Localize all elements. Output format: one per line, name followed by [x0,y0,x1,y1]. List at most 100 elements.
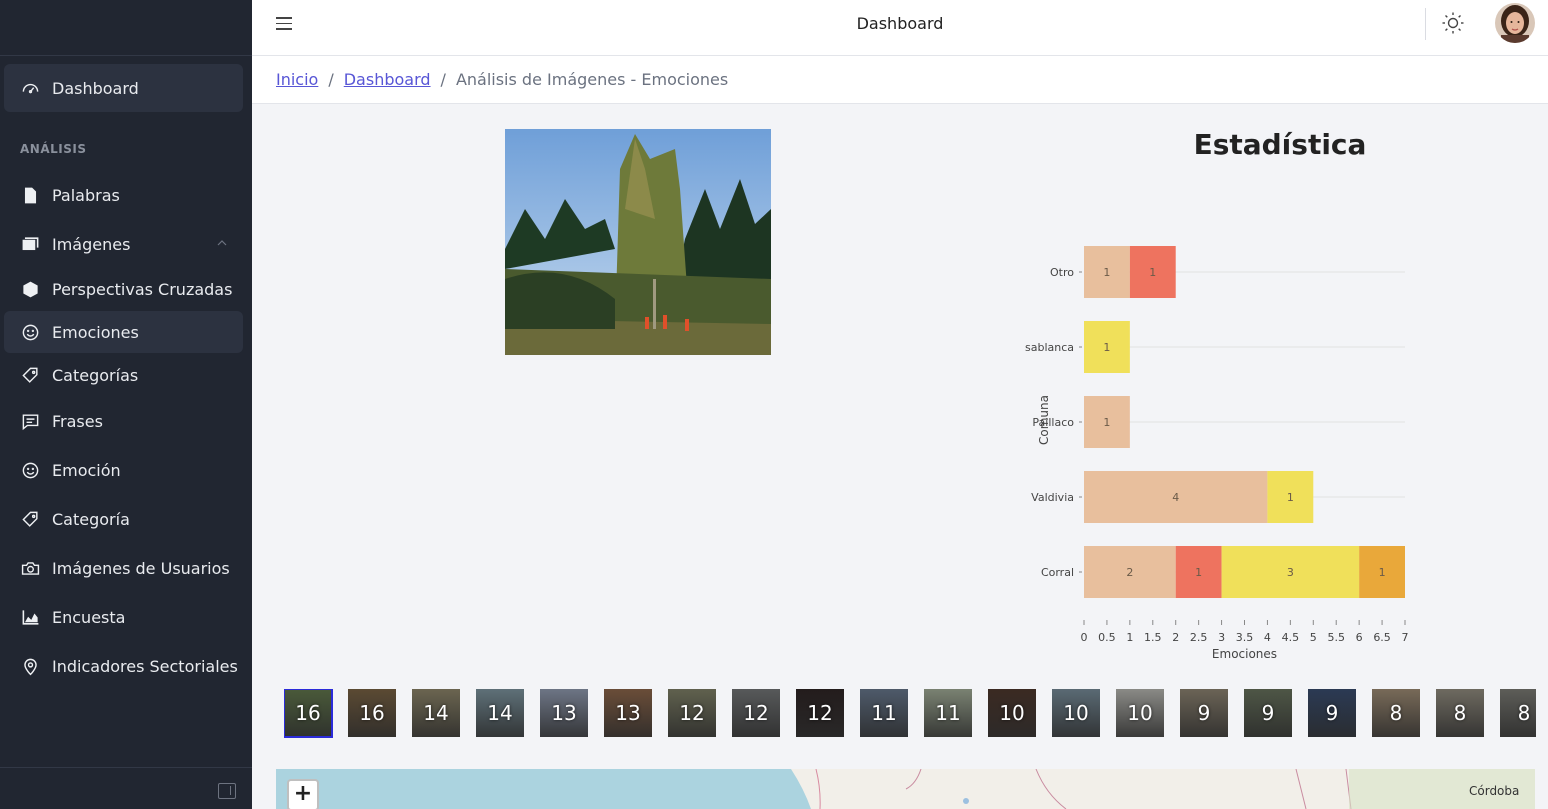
x-tick-label: 1 [1126,631,1133,644]
sidebar-item-label: Imágenes de Usuarios [52,558,230,578]
map[interactable]: + Córdoba [276,769,1535,809]
breadcrumb-bar: Inicio / Dashboard / Análisis de Imágene… [252,56,1548,104]
thumbnail-count: 12 [743,701,769,725]
thumbnail-image[interactable]: 14 [476,689,524,737]
thumbnail-image[interactable]: 9 [1308,689,1356,737]
thumbnail-image[interactable]: 11 [860,689,908,737]
sidebar-item-perspectivas-cruzadas[interactable]: Perspectivas Cruzadas [4,265,243,313]
thumbnail-count: 8 [1389,701,1403,725]
thumbnail-count: 12 [679,701,705,725]
sidebar-item-emocion[interactable]: Emoción [4,446,243,494]
thumbnail-count: 16 [359,701,385,725]
x-tick-label: 5 [1310,631,1317,644]
chat-icon [20,411,40,431]
thumbnail-image[interactable]: 13 [604,689,652,737]
thumbnail-count: 10 [999,701,1025,725]
thumbnail-image[interactable]: 9 [1180,689,1228,737]
sidebar: Dashboard ANÁLISIS Palabras Imágenes Per… [0,0,252,809]
sidebar-item-emociones[interactable]: Emociones [4,311,243,353]
area-chart-icon [20,607,40,627]
thumbnail-count: 13 [551,701,577,725]
thumbnail-image[interactable]: 10 [988,689,1036,737]
thumbnail-count: 9 [1325,701,1339,725]
thumbnail-image[interactable]: 13 [540,689,588,737]
thumbnail-image[interactable]: 12 [732,689,780,737]
cube-icon [20,279,40,299]
sidebar-item-label: Emociones [52,322,139,342]
x-tick-label: 6 [1356,631,1363,644]
speedometer-icon [20,78,40,98]
thumbnail-count: 13 [615,701,641,725]
x-tick-label: 1.5 [1144,631,1162,644]
data-label: 1 [1287,491,1294,504]
breadcrumb-dashboard-link[interactable]: Dashboard [344,70,431,89]
sun-icon[interactable] [1441,11,1465,35]
map-city-label: Córdoba [1469,784,1520,798]
thumbnail-image[interactable]: 8 [1436,689,1484,737]
x-tick-label: 2 [1172,631,1179,644]
thumbnail-count: 11 [871,701,897,725]
sidebar-item-imagenes[interactable]: Imágenes [4,220,243,268]
avatar[interactable] [1495,3,1535,43]
breadcrumb: Inicio / Dashboard / Análisis de Imágene… [276,70,728,89]
sidebar-item-categorias[interactable]: Categorías [4,351,243,399]
sidebar-item-label: Indicadores Sectoriales [52,656,238,676]
smile-icon [20,460,40,480]
selected-image [505,129,771,355]
sidebar-item-indicadores-sectoriales[interactable]: Indicadores Sectoriales [4,642,243,690]
sidebar-collapse-icon[interactable] [218,783,236,799]
sidebar-item-label: Categoría [52,509,130,529]
sidebar-item-frases[interactable]: Frases [4,397,243,445]
page-title: Dashboard [856,14,944,33]
sidebar-item-label: Dashboard [52,78,139,98]
sidebar-footer [0,767,252,809]
thumbnail-count: 8 [1517,701,1531,725]
y-tick-label: Otro [1050,266,1074,279]
sidebar-item-palabras[interactable]: Palabras [4,171,243,219]
breadcrumb-home-link[interactable]: Inicio [276,70,318,89]
sidebar-item-label: Imágenes [52,234,131,254]
smile-icon [20,322,40,342]
y-tick-label: sablanca [1025,341,1074,354]
thumbnail-image[interactable]: 11 [924,689,972,737]
thumbnail-count: 9 [1197,701,1211,725]
thumbnail-count: 8 [1453,701,1467,725]
thumbnail-image[interactable]: 12 [668,689,716,737]
thumbnail-image[interactable]: 8 [1372,689,1420,737]
map-zoom-in-button[interactable]: + [287,779,319,809]
thumbnail-count: 9 [1261,701,1275,725]
thumbnail-image[interactable]: 16 [348,689,396,737]
data-label: 1 [1103,341,1110,354]
sidebar-item-categoria[interactable]: Categoría [4,495,243,543]
sidebar-item-dashboard[interactable]: Dashboard [4,64,243,112]
thumbnail-count: 10 [1127,701,1153,725]
thumbnail-image[interactable]: 10 [1052,689,1100,737]
sidebar-item-encuesta[interactable]: Encuesta [4,593,243,641]
x-axis-label: Emociones [1212,647,1277,661]
chart-title: Estadística [1193,128,1367,161]
header: Dashboard [252,0,1548,56]
camera-icon [20,558,40,578]
sidebar-brand [0,0,252,56]
data-label: 4 [1172,491,1179,504]
thumbnail-image[interactable]: 9 [1244,689,1292,737]
thumbnail-image[interactable]: 16 [284,689,333,738]
sidebar-item-imagenes-de-usuarios[interactable]: Imágenes de Usuarios [4,544,243,592]
data-label: 1 [1103,266,1110,279]
document-icon [20,185,40,205]
data-label: 1 [1379,566,1386,579]
data-label: 1 [1149,266,1156,279]
sidebar-item-label: Palabras [52,185,120,205]
breadcrumb-current: Análisis de Imágenes - Emociones [455,70,729,89]
thumbnail-image[interactable]: 12 [796,689,844,737]
thumbnail-image[interactable]: 8 [1500,689,1536,737]
header-divider [1425,8,1426,40]
data-label: 1 [1195,566,1202,579]
x-tick-label: 0 [1081,631,1088,644]
thumbnail-image[interactable]: 14 [412,689,460,737]
x-tick-label: 2.5 [1190,631,1208,644]
thumbnail-count: 10 [1063,701,1089,725]
thumbnail-image[interactable]: 10 [1116,689,1164,737]
data-label: 1 [1103,416,1110,429]
y-axis-label: Comuna [1037,395,1051,445]
